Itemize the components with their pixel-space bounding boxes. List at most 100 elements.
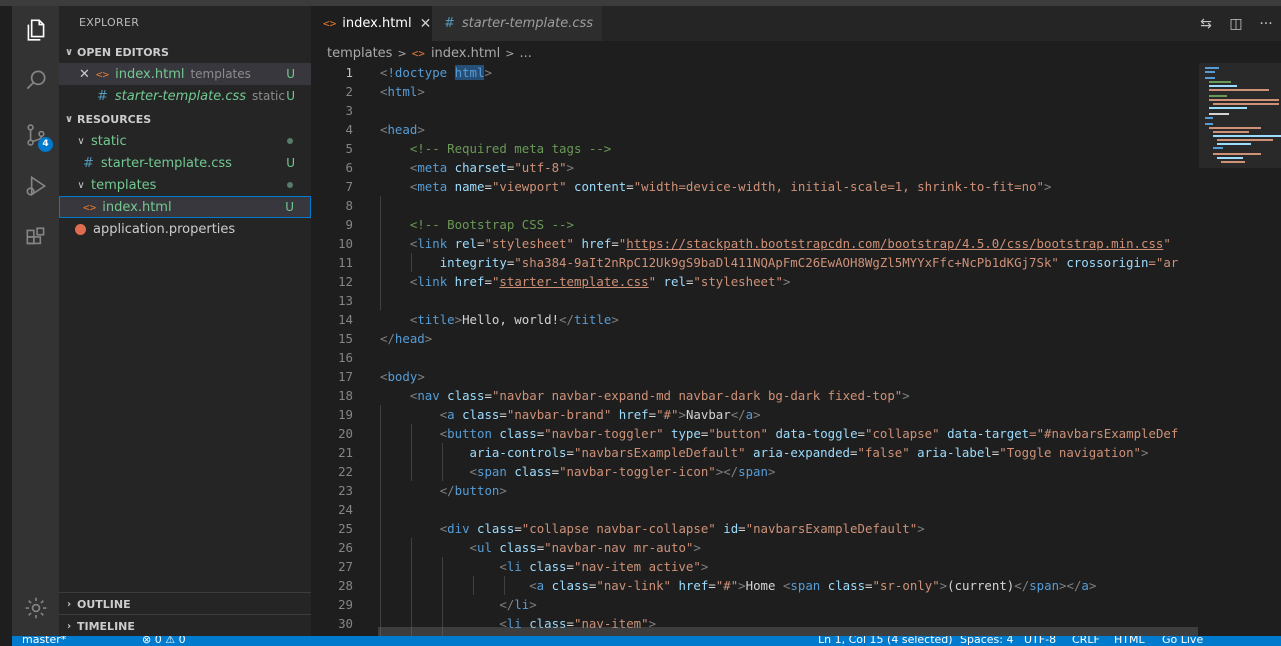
code-token: a [536,578,545,593]
open-editor-item-index[interactable]: ✕ <> index.html templates U [59,63,311,85]
code-token: li [514,597,530,612]
encoding[interactable]: UTF-8 [1024,636,1056,646]
code-link[interactable]: https://stackpath.bootstrapcdn.com/boots… [626,236,1163,251]
tab-index-html[interactable]: <> index.html ✕ [311,6,432,41]
language-mode[interactable]: HTML [1114,636,1145,646]
code-line: 20 <button class="navbar-toggler" type="… [311,424,1199,443]
minimap-line [1209,81,1231,83]
tree-file-properties[interactable]: application.properties [59,218,311,240]
horizontal-scrollbar[interactable] [378,627,1198,636]
code-line: 8 [311,196,1199,215]
code-token: nav [417,388,440,403]
timeline-header[interactable]: › TIMELINE [59,615,311,637]
code-token: "#" [656,407,679,422]
open-editors-header[interactable]: ∨ OPEN EDITORS [59,41,311,63]
code-token: "Toggle navigation" [999,445,1141,460]
open-editor-desc: templates [190,67,251,81]
search-icon[interactable] [12,58,59,102]
open-editor-item-css[interactable]: # starter-template.css static U [59,85,311,107]
code-token: href [618,407,649,422]
code-line: 6 <meta charset="utf-8"> [311,158,1199,177]
settings-gear-icon[interactable] [12,586,59,630]
code-token: ="ar [1148,255,1179,270]
code-token: "stylesheet" [693,274,783,289]
code-token: "navbar-toggler-icon" [559,464,716,479]
code-editor[interactable]: 1 <!doctype html> 2 <html> 3 4 <head> 5 <!-… [311,63,1199,636]
minimap-line [1205,67,1219,69]
open-changes-icon[interactable]: ⇆ [1191,6,1221,41]
code-token: div [447,521,470,536]
open-editors-label: OPEN EDITORS [77,45,169,59]
line-number: 21 [338,445,353,460]
more-actions-icon[interactable]: ··· [1251,6,1281,41]
explorer-title: EXPLORER [79,16,140,29]
branch-indicator[interactable]: master* [22,636,66,646]
minimap[interactable] [1199,63,1281,636]
files-icon[interactable] [12,8,59,52]
code-token: span [738,464,768,479]
code-token: "#" [715,578,739,593]
editor-group: <> index.html ✕ # starter-template.css ⇆… [311,6,1281,636]
left-edge [0,6,12,646]
code-token: "utf-8" [514,160,567,175]
tree-folder-templates[interactable]: ∨ templates [59,174,311,196]
code-line: 5 <!-- Required meta tags --> [311,139,1199,158]
indentation[interactable]: Spaces: 4 [960,636,1013,646]
code-line: 27 <li class="nav-item active"> [311,557,1199,576]
tree-file-css[interactable]: # starter-template.css U [59,152,311,174]
tree-folder-static[interactable]: ∨ static [59,130,311,152]
chevron-right-icon: > [397,46,407,60]
folder-name: static [91,133,127,149]
code-link[interactable]: starter-template.css [499,274,648,289]
code-token: charset [454,160,507,175]
code-token: content [574,179,627,194]
line-endings[interactable]: CRLF [1072,636,1100,646]
project-folder-header[interactable]: ∨ RESOURCES [59,108,311,130]
source-control-icon[interactable]: 4 [12,113,59,157]
source-control-badge: 4 [38,137,53,152]
tab-starter-css[interactable]: # starter-template.css [432,6,602,41]
code-token: title [417,312,455,327]
code-token: html [387,84,418,99]
code-token: ul [477,540,492,555]
line-number: 27 [338,559,353,574]
tree-file-index[interactable]: <> index.html U [59,196,311,218]
breadcrumb-file[interactable]: index.html [431,46,500,61]
code-token: data-target [947,426,1030,441]
close-icon[interactable]: ✕ [420,16,432,32]
editor-actions: ⇆ ◫ ··· [1191,6,1281,41]
css-file-icon: # [83,155,94,171]
code-token: rel [454,236,478,251]
code-token: "collapse navbar-collapse" [521,521,716,536]
breadcrumb-symbol[interactable]: ... [519,46,531,61]
breadcrumb-folder[interactable]: templates [327,46,392,61]
minimap-line [1217,157,1243,159]
run-debug-icon[interactable] [12,164,59,208]
go-live-button[interactable]: Go Live [1162,636,1203,646]
code-token: a [447,407,455,422]
line-number: 6 [345,160,353,175]
line-number: 16 [338,350,353,365]
code-token: a [745,407,754,422]
code-line: 4 <head> [311,120,1199,139]
code-token: a [1081,578,1089,593]
code-line: 26 <ul class="navbar-nav mr-auto"> [311,538,1199,557]
code-token: "navbar-nav mr-auto" [544,540,694,555]
split-editor-icon[interactable]: ◫ [1221,6,1251,41]
close-icon[interactable]: ✕ [79,67,90,82]
code-line: 9 <!-- Bootstrap CSS --> [311,215,1199,234]
minimap-line [1209,127,1261,129]
code-line: 17 <body> [311,367,1199,386]
cursor-position[interactable]: Ln 1, Col 15 (4 selected) [818,636,953,646]
code-token: class [462,407,500,422]
code-token: Navbar [685,407,731,422]
code-token: span [790,578,821,593]
extensions-icon[interactable] [12,216,59,260]
code-token: link [417,236,448,251]
code-token: type [671,426,701,441]
html-file-icon: <> [83,200,97,214]
minimap-line [1209,85,1237,87]
problems-indicator[interactable]: ⊗ 0 ⚠ 0 [142,636,186,646]
outline-header[interactable]: › OUTLINE [59,593,311,615]
code-token: "nav-item active" [574,559,701,574]
